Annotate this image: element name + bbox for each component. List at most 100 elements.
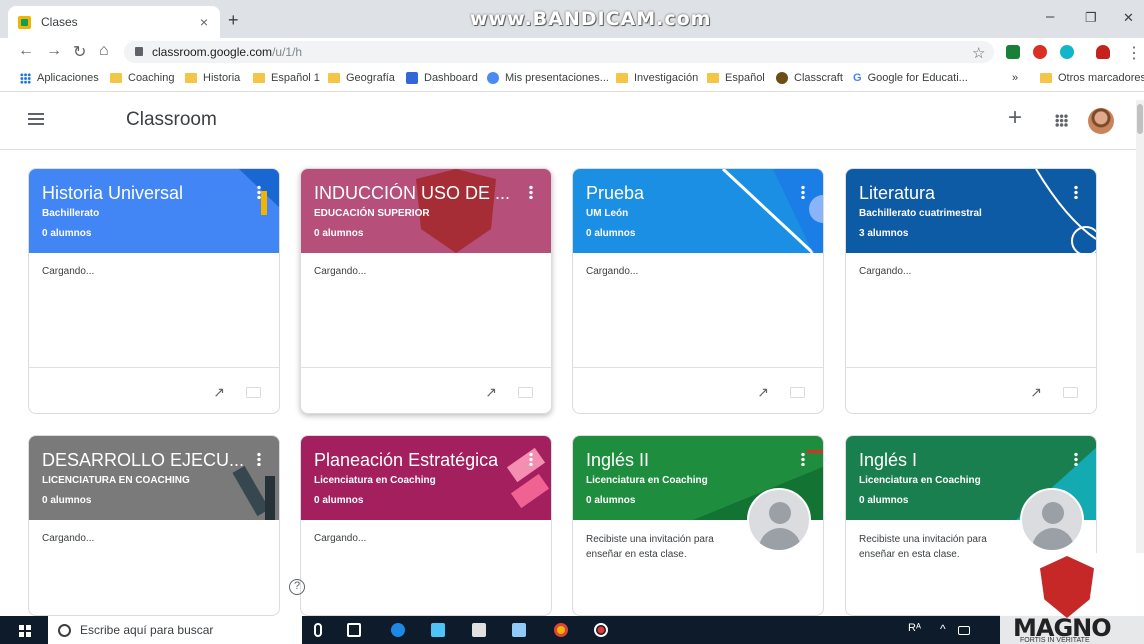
menu-icon[interactable] [28,113,44,125]
trending-icon[interactable]: ↗ [213,384,225,401]
class-status: Cargando... [859,266,912,277]
class-banner[interactable]: Prueba UM León 0 alumnos [573,169,823,253]
class-title[interactable]: INDUCCIÓN USO DE ... [314,183,510,204]
page-scrollbar[interactable] [1136,100,1144,615]
class-card[interactable]: INDUCCIÓN USO DE ... EDUCACIÓN SUPERIOR … [300,168,552,414]
taskbar-search-placeholder: Escribe aquí para buscar [80,623,214,637]
extension-icon[interactable] [1033,45,1047,59]
class-card[interactable]: Prueba UM León 0 alumnos Cargando... ↗ [572,168,824,414]
trending-icon[interactable]: ↗ [1030,384,1042,401]
class-title[interactable]: Inglés I [859,450,917,471]
class-card[interactable]: DESARROLLO EJECU... LICENCIATURA EN COAC… [28,435,280,616]
class-banner[interactable]: Planeación Estratégica Licenciatura en C… [301,436,551,520]
home-button[interactable]: ⌂ [99,42,109,60]
folder-icon[interactable] [246,387,261,398]
profile-icon[interactable] [1096,45,1110,59]
bandicam-watermark: www.BANDICAM.com [470,8,712,30]
folder-icon[interactable] [518,387,533,398]
taskbar-search-box[interactable]: Escribe aquí para buscar [48,616,302,644]
magno-logo-overlay: MAGNO FORTIS IN VERITATE [1000,553,1144,644]
class-title[interactable]: Planeación Estratégica [314,450,498,471]
language-indicator[interactable]: Rᴬ [908,622,921,634]
maximize-button[interactable]: ❐ [1085,10,1097,26]
url-field[interactable]: classroom.google.com/u/1/h [124,41,994,63]
class-banner[interactable]: Historia Universal Bachillerato 0 alumno… [29,169,279,253]
browser-tab-clases[interactable]: Clases × [8,6,220,38]
bookmark-dashboard[interactable]: Dashboard [406,72,478,84]
folder-icon [707,73,719,83]
more-options-icon[interactable] [529,452,533,466]
google-apps-icon[interactable] [1055,114,1068,127]
class-title[interactable]: Historia Universal [42,183,183,204]
bookmark-star-icon[interactable]: ☆ [972,44,985,62]
bookmark-espanol[interactable]: Español [707,72,765,84]
microphone-icon[interactable] [314,623,322,637]
folder-icon [1040,73,1052,83]
bookmark-otros[interactable]: Otros marcadores [1040,72,1144,84]
scrollbar-thumb[interactable] [1137,104,1143,134]
mail-icon[interactable] [512,623,526,637]
student-count: 0 alumnos [586,495,636,506]
class-section: Licenciatura en Coaching [314,475,436,486]
tray-expand-icon[interactable]: ^ [940,622,946,636]
bookmark-historia[interactable]: Historia [185,72,240,84]
class-card[interactable]: Planeación Estratégica Licenciatura en C… [300,435,552,616]
more-options-icon[interactable] [529,185,533,199]
class-banner[interactable]: Literatura Bachillerato cuatrimestral 3 … [846,169,1096,253]
edge-icon[interactable] [391,623,405,637]
class-title[interactable]: Prueba [586,183,644,204]
tab-close-icon[interactable]: × [200,14,208,30]
bookmarks-overflow-button[interactable]: » [1012,72,1018,84]
bookmark-espanol-1[interactable]: Español 1 [253,72,320,84]
browser-menu-icon[interactable]: ⋮ [1126,43,1142,63]
task-view-icon[interactable] [347,623,361,637]
chrome-icon[interactable] [554,623,568,637]
create-join-class-button[interactable]: + [1008,104,1022,132]
bookmark-apps[interactable]: Aplicaciones [20,72,99,84]
more-options-icon[interactable] [801,185,805,199]
extension-icon[interactable] [1060,45,1074,59]
trending-icon[interactable]: ↗ [485,384,497,401]
url-host: classroom.google.com [152,45,273,59]
forward-button[interactable]: → [46,42,62,60]
bookmark-classcraft[interactable]: Classcraft [776,72,843,84]
class-card[interactable]: Inglés II Licenciatura en Coaching 0 alu… [572,435,824,616]
dashboard-icon [406,72,418,84]
more-options-icon[interactable] [1074,185,1078,199]
folder-icon[interactable] [790,387,805,398]
more-options-icon[interactable] [801,452,805,466]
bookmark-google-education[interactable]: G Google for Educati... [853,72,968,84]
window-close-button[interactable]: ✕ [1123,10,1134,26]
bookmark-geografia[interactable]: Geografía [328,72,395,84]
help-icon[interactable]: ? [289,579,305,595]
class-section: EDUCACIÓN SUPERIOR [314,208,430,219]
classroom-header: Classroom + [0,92,1144,150]
bookmark-coaching[interactable]: Coaching [110,72,174,84]
bookmark-investigacion[interactable]: Investigación [616,72,698,84]
bookmark-mis-presentaciones[interactable]: Mis presentaciones... [487,72,609,84]
extension-icon[interactable] [1006,45,1020,59]
battery-icon[interactable] [958,626,970,635]
class-title[interactable]: DESARROLLO EJECU... [42,450,244,471]
trending-icon[interactable]: ↗ [757,384,769,401]
folder-icon[interactable] [1063,387,1078,398]
user-avatar[interactable] [1088,108,1114,134]
store-icon[interactable] [472,623,486,637]
class-card[interactable]: Literatura Bachillerato cuatrimestral 3 … [845,168,1097,414]
class-section: Licenciatura en Coaching [586,475,708,486]
class-banner[interactable]: INDUCCIÓN USO DE ... EDUCACIÓN SUPERIOR … [301,169,551,253]
more-options-icon[interactable] [257,185,261,199]
class-title[interactable]: Inglés II [586,450,649,471]
reload-button[interactable]: ↻ [73,42,86,62]
more-options-icon[interactable] [257,452,261,466]
windows-start-icon[interactable] [19,625,31,637]
record-icon[interactable] [594,623,608,637]
class-card[interactable]: Historia Universal Bachillerato 0 alumno… [28,168,280,414]
file-explorer-icon[interactable] [431,623,445,637]
class-banner[interactable]: DESARROLLO EJECU... LICENCIATURA EN COAC… [29,436,279,520]
back-button[interactable]: ← [18,42,34,60]
class-title[interactable]: Literatura [859,183,935,204]
minimize-button[interactable]: – [1046,8,1054,25]
more-options-icon[interactable] [1074,452,1078,466]
new-tab-button[interactable]: + [228,10,239,31]
